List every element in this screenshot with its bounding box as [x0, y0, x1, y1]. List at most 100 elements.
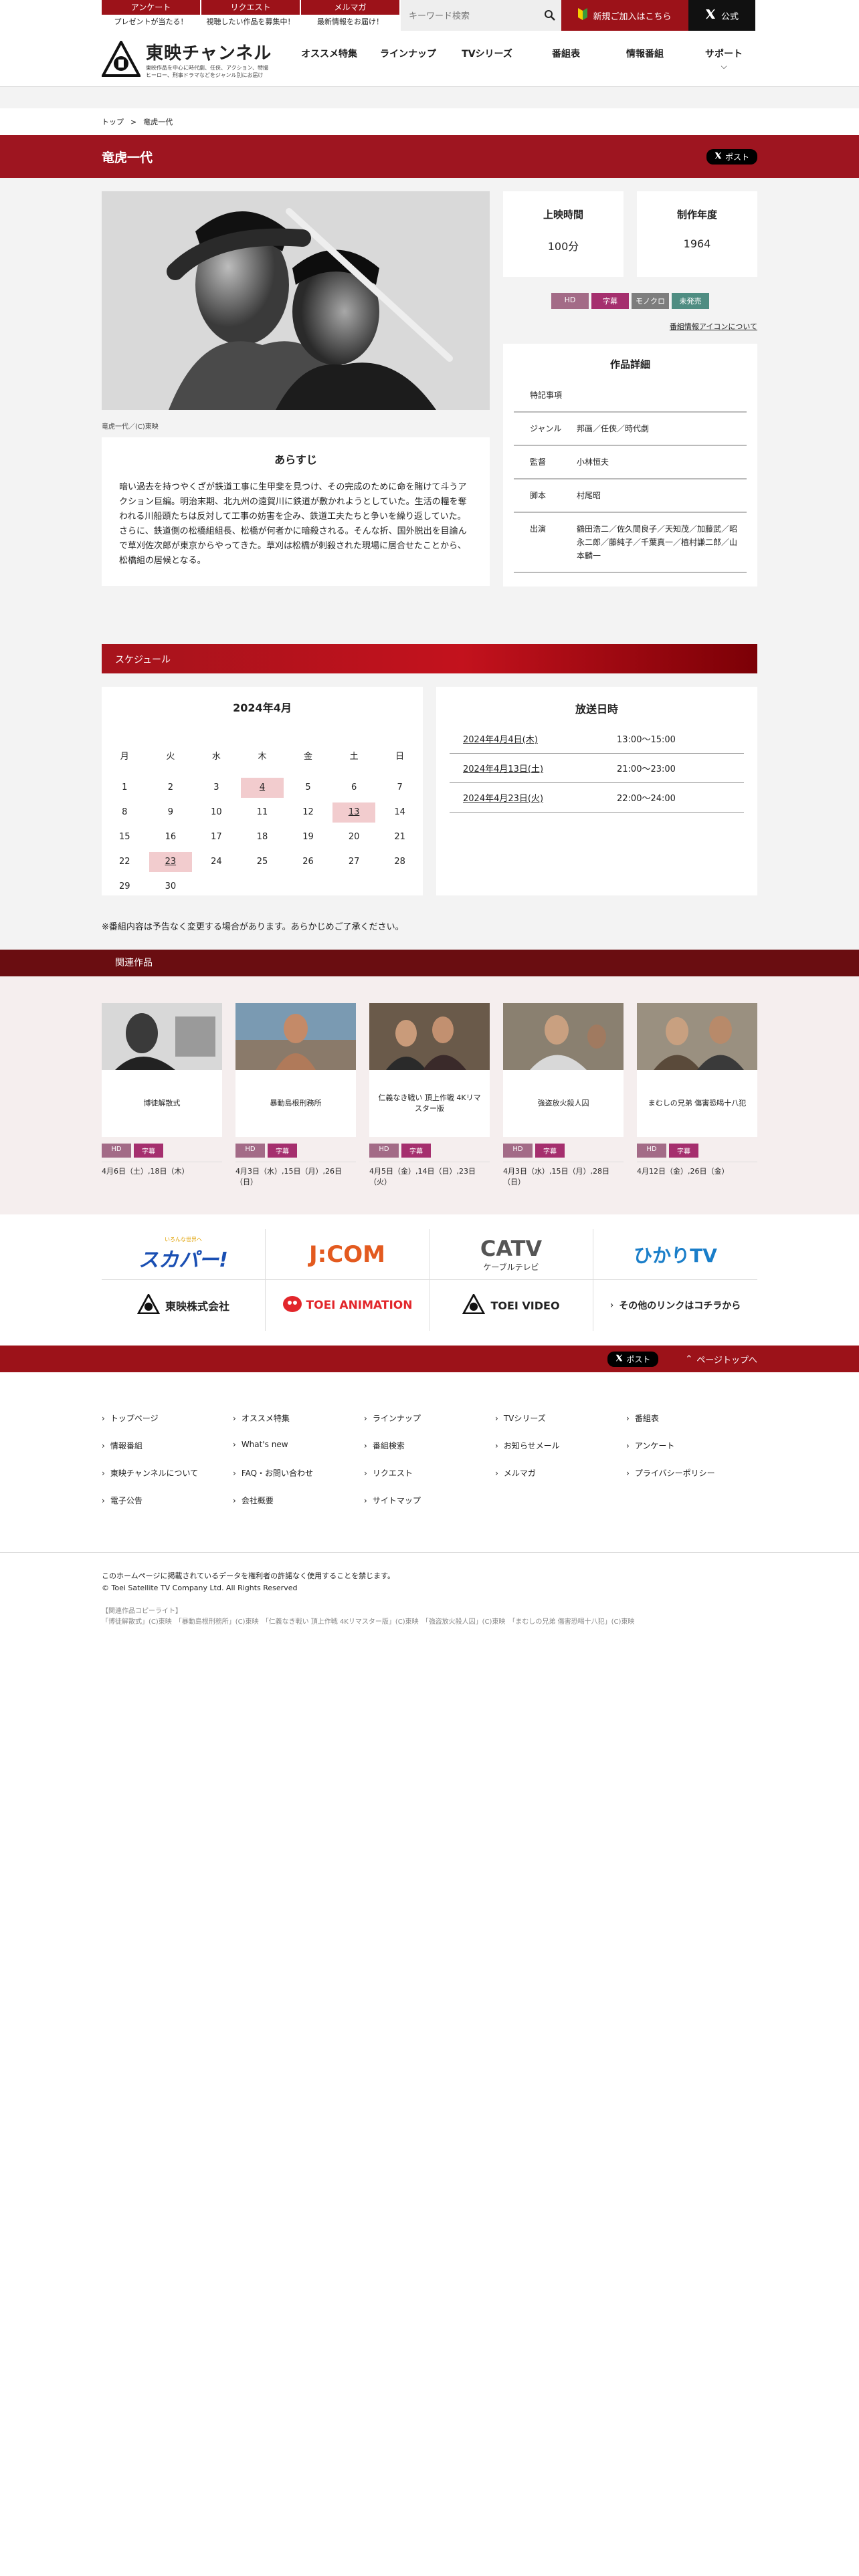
footer-link[interactable]: 情報番組	[102, 1440, 233, 1451]
skyperfect-logo: スカパー!	[138, 1249, 228, 1272]
other-links[interactable]: › その他のリンクはコチラから	[593, 1280, 757, 1331]
footer-link[interactable]: 東映チャンネルについて	[102, 1467, 233, 1479]
hikari-tv-logo: ひかりTV	[634, 1244, 717, 1267]
newsletter-link[interactable]: メルマガ 最新情報をお届け！	[301, 0, 399, 31]
footer-link[interactable]: 会社概要	[233, 1495, 364, 1506]
broadcast-date[interactable]: 2024年4月4日(木)	[463, 732, 617, 745]
calendar-day: 19	[302, 831, 314, 842]
calendar-day: 25	[256, 856, 268, 867]
toei-company-link[interactable]: 東映株式会社	[102, 1280, 266, 1331]
subtitle-badge: 字幕	[535, 1144, 565, 1158]
broadcast-date[interactable]: 2024年4月23日(火)	[463, 791, 617, 804]
x-post-label: ポスト	[626, 1354, 651, 1364]
footer-link[interactable]: トップページ	[102, 1412, 233, 1424]
footer-link[interactable]: 番組表	[626, 1412, 757, 1424]
calendar-day: 7	[397, 782, 403, 792]
nav-support[interactable]: サポート ⌵	[690, 47, 757, 72]
x-official-link[interactable]: 公式	[688, 0, 755, 31]
toei-company-label: 東映株式会社	[165, 1300, 229, 1313]
nav-tv-series[interactable]: TVシリーズ	[454, 47, 520, 72]
beginner-mark-icon	[578, 8, 588, 23]
calendar-day: 20	[348, 831, 360, 842]
calendar-day-airing[interactable]: 23	[149, 851, 192, 872]
related-card[interactable]: 暴動島根刑務所 HD 字幕 4月3日（水）,15日（月）,26日（日）	[235, 1003, 356, 1188]
toei-animation-link[interactable]: TOEI ANIMATION	[266, 1280, 430, 1331]
footer-bar: ポスト ⌃ ページトップへ	[0, 1346, 859, 1372]
related-card[interactable]: 仁義なき戦い 頂上作戦 4Kリマスター版 HD 字幕 4月5日（金）,14日（日）…	[369, 1003, 490, 1188]
broadcast-row: 2024年4月13日(土) 21:00〜23:00	[450, 754, 744, 783]
related-card[interactable]: 強盗放火殺人囚 HD 字幕 4月3日（水）,15日（月）,28日（日）	[503, 1003, 624, 1188]
still-column: 竜虎一代／(C)東映 あらすじ 暗い過去を持つやくざが鉄道工事に生甲斐を見つけ、…	[102, 191, 490, 586]
nav-info-programs[interactable]: 情報番組	[611, 47, 678, 72]
footer-link[interactable]: メルマガ	[495, 1467, 626, 1479]
still-caption: 竜虎一代／(C)東映	[102, 423, 159, 431]
footer-link[interactable]: 番組検索	[364, 1440, 495, 1451]
search-input[interactable]	[409, 10, 544, 21]
join-label: 新規ご加入はこちら	[593, 11, 672, 22]
year-box: 制作年度 1964	[637, 191, 757, 277]
partner-links: いろんな世界へ スカパー! J:COM CATV ケーブルテレビ ひかりTV 東…	[0, 1214, 859, 1346]
jcom-link[interactable]: J:COM	[266, 1228, 430, 1280]
x-post-button[interactable]: ポスト	[607, 1351, 659, 1367]
broadcast-date[interactable]: 2024年4月13日(土)	[463, 762, 617, 774]
calendar-day-airing[interactable]: 4	[240, 777, 284, 798]
x-post-button[interactable]: ポスト	[706, 148, 757, 165]
footer-link[interactable]: 電子公告	[102, 1495, 233, 1506]
related-title: 仁義なき戦い 頂上作戦 4Kリマスター版	[369, 1070, 490, 1137]
skyperfect-link[interactable]: いろんな世界へ スカパー!	[102, 1228, 266, 1280]
calendar-day: 8	[122, 807, 128, 817]
breadcrumb-separator: >	[130, 117, 137, 126]
hd-badge: HD	[503, 1144, 533, 1158]
global-nav: オススメ特集 ラインナップ TVシリーズ 番組表 情報番組 サポート ⌵	[296, 47, 757, 72]
page-top-link[interactable]: ⌃ ページトップへ	[685, 1353, 757, 1366]
footer-link[interactable]: お知らせメール	[495, 1440, 626, 1451]
unreleased-badge: 未発売	[672, 293, 709, 309]
calendar-day-airing[interactable]: 13	[332, 802, 376, 823]
weekday-label: 火	[166, 751, 175, 762]
related-card[interactable]: 博徒解散式 HD 字幕 4月6日（土）,18日（木）	[102, 1003, 222, 1188]
weekday-label: 月	[120, 751, 129, 762]
footer-link[interactable]: オススメ特集	[233, 1412, 364, 1424]
subtitle-badge: 字幕	[134, 1144, 163, 1158]
broadcast-time: 21:00〜23:00	[617, 764, 676, 774]
subtitle-badge: 字幕	[401, 1144, 431, 1158]
detail-row-genre: ジャンル 邦画／任侠／時代劇	[514, 413, 747, 446]
calendar-day: 3	[213, 782, 219, 792]
calendar-day: 21	[394, 831, 405, 842]
logo-tagline: 東映作品を中心に時代劇、任侠、アクション、特撮ヒーロー、刑事ドラマなどをジャンル…	[146, 64, 269, 78]
footer-nav: トップページ オススメ特集 ラインナップ TVシリーズ 番組表 情報番組 Wha…	[0, 1372, 859, 1553]
broadcast-time: 13:00〜15:00	[617, 735, 676, 745]
detail-value	[577, 389, 739, 402]
related-card[interactable]: まむしの兄弟 傷害恐喝十八犯 HD 字幕 4月12日（金）,26日（金）	[637, 1003, 757, 1188]
toei-video-link[interactable]: TOEI VIDEO	[430, 1280, 593, 1331]
nav-program-guide[interactable]: 番組表	[533, 47, 599, 72]
toei-triangle-logo-icon	[100, 39, 142, 77]
footer-link[interactable]: TVシリーズ	[495, 1412, 626, 1424]
catv-link[interactable]: CATV ケーブルテレビ	[430, 1228, 593, 1280]
join-button[interactable]: 新規ご加入はこちら	[561, 0, 688, 31]
broadcast-heading: 放送日時	[575, 703, 618, 716]
request-link[interactable]: リクエスト 視聴したい作品を募集中！	[201, 0, 300, 31]
related-thumbnail	[503, 1003, 624, 1070]
search-icon[interactable]	[544, 9, 556, 21]
footer-link[interactable]: FAQ・お問い合わせ	[233, 1467, 364, 1479]
footer-link[interactable]: ラインナップ	[364, 1412, 495, 1424]
site-logo[interactable]: 東映チャンネル 東映作品を中心に時代劇、任侠、アクション、特撮ヒーロー、刑事ドラ…	[100, 39, 296, 79]
hikari-tv-link[interactable]: ひかりTV	[593, 1229, 757, 1280]
page-top-label: ページトップへ	[696, 1355, 757, 1366]
nav-featured[interactable]: オススメ特集	[296, 47, 363, 72]
footer-link[interactable]: What's new	[233, 1440, 364, 1451]
breadcrumb-home[interactable]: トップ	[102, 116, 124, 127]
x-post-label: ポスト	[725, 152, 749, 162]
calendar-day: 18	[256, 831, 268, 842]
footer-link[interactable]: リクエスト	[364, 1467, 495, 1479]
nav-lineup[interactable]: ラインナップ	[375, 47, 442, 72]
icon-info-link[interactable]: 番組情報アイコンについて	[503, 321, 757, 332]
top-utility-bar: アンケート プレゼントが当たる！ リクエスト 視聴したい作品を募集中！ メルマガ…	[0, 0, 859, 31]
x-logo-icon	[705, 9, 716, 22]
footer-link[interactable]: サイトマップ	[364, 1495, 495, 1506]
footer-link[interactable]: プライバシーポリシー	[626, 1467, 757, 1479]
footer-link[interactable]: アンケート	[626, 1440, 757, 1451]
nav-program-guide-label: 番組表	[552, 48, 580, 60]
survey-link[interactable]: アンケート プレゼントが当たる！	[102, 0, 200, 31]
